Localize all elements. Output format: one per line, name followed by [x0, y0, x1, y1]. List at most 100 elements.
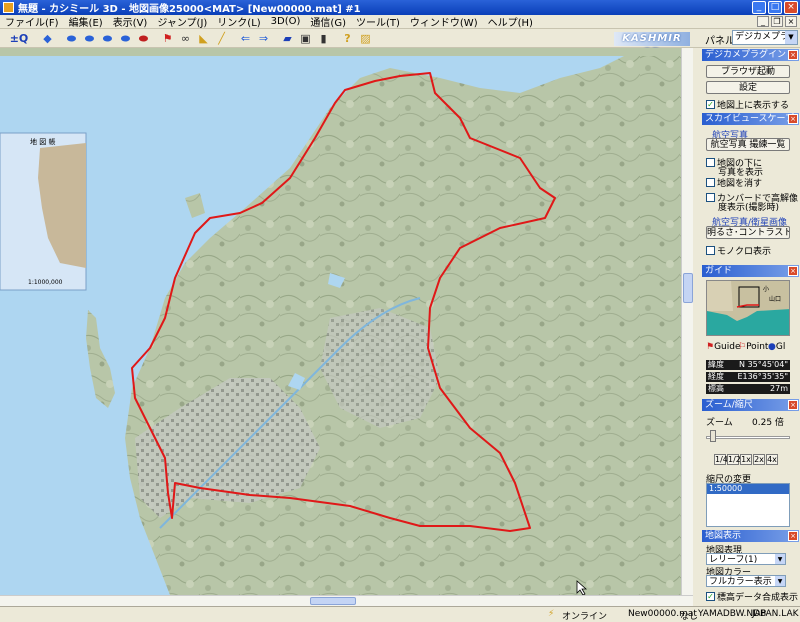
layers-alt-icon[interactable]: ⬬ [81, 31, 98, 46]
app-icon [3, 2, 14, 13]
alt-label: 標高 [708, 384, 724, 393]
back-arrow-icon[interactable]: ⇐ [237, 31, 254, 46]
menu-bar: ファイル(F) 編集(E) 表示(V) ジャンプ(J) リンク(L) 3D(O)… [0, 15, 800, 29]
map-expr-value: レリーフ(1) [709, 555, 758, 565]
mapdisp-header: 地図表示 × [702, 530, 799, 542]
guide-map[interactable]: 小 山口 [706, 280, 790, 336]
zoom-1x-button[interactable]: 1x [740, 454, 752, 465]
info-icon[interactable]: ▨ [357, 31, 374, 46]
vertical-scrollbar[interactable] [681, 48, 693, 595]
tab-point[interactable]: ⚐Point [738, 342, 768, 352]
inset-scale: 1:1000,000 [28, 279, 63, 286]
horizontal-scroll-thumb[interactable] [310, 597, 356, 605]
show-on-map-label: 地図上に表示する [717, 101, 790, 111]
map-icon[interactable]: ◆ [39, 31, 56, 46]
forward-arrow-icon[interactable]: ⇒ [255, 31, 272, 46]
layers-water-icon[interactable]: ⬬ [117, 31, 134, 46]
help-icon[interactable]: ? [339, 31, 356, 46]
menu-tools[interactable]: ツール(T) [351, 14, 405, 29]
close-icon[interactable]: × [788, 114, 798, 124]
scale-selected[interactable]: 1:50000 [707, 484, 789, 494]
browser-button[interactable]: ブラウザ起動 [706, 65, 790, 78]
scale-list[interactable]: 1:50000 [706, 483, 790, 527]
ruler-icon[interactable]: ╱ [213, 31, 230, 46]
zoom-2x-button[interactable]: 2x [753, 454, 765, 465]
lat-label: 緯度 [708, 360, 724, 369]
map-view[interactable]: 地 図 帳 1:1000,000 [0, 48, 681, 595]
device-icon[interactable]: ▣ [297, 31, 314, 46]
guide-header: ガイド × [702, 265, 799, 277]
elevation-composite-checkbox[interactable]: ✓ 標高データ合成表示 [706, 590, 798, 603]
checkbox-icon [706, 178, 715, 187]
mono-checkbox[interactable]: モノクロ表示 [706, 244, 771, 257]
panel-select[interactable]: デジカメプラグイ ▼ [732, 30, 798, 45]
menu-file[interactable]: ファイル(F) [0, 14, 64, 29]
map-canvas[interactable]: 地 図 帳 1:1000,000 [0, 48, 681, 595]
map-color-select[interactable]: フルカラー表示 ▼ [706, 575, 786, 587]
zoom-slider-thumb[interactable] [710, 430, 716, 442]
close-icon[interactable]: × [788, 50, 798, 60]
menu-help[interactable]: ヘルプ(H) [483, 14, 538, 29]
chevron-down-icon: ▼ [775, 554, 785, 564]
panel-label: パネル [705, 36, 735, 47]
tag-icon[interactable]: ◣ [195, 31, 212, 46]
horizontal-scrollbar[interactable] [0, 595, 693, 606]
checkmark-icon: ✓ [706, 100, 715, 109]
guide-map-canvas: 小 山口 [707, 281, 789, 335]
menu-comm[interactable]: 通信(G) [305, 14, 351, 29]
checkbox-icon [706, 193, 715, 202]
point-icon: ⚐ [738, 342, 747, 352]
guide-header-label: ガイド [705, 266, 733, 276]
map-color-value: フルカラー表示 [709, 577, 772, 587]
zoom-slider[interactable] [706, 436, 790, 439]
show-on-map-checkbox[interactable]: ✓ 地図上に表示する [706, 98, 789, 111]
window-title: 無題 - カシミール 3D - 地図画像25000<MAT> [New00000… [18, 4, 361, 15]
digicam-header-label: デジカメプラグイン [705, 50, 787, 60]
map-expr-select[interactable]: レリーフ(1) ▼ [706, 553, 786, 565]
digicam-header: デジカメプラグイン × [702, 49, 799, 61]
mdi-minimize-button[interactable]: _ [757, 16, 769, 27]
minimize-button[interactable]: _ [752, 1, 766, 14]
layers-icon[interactable]: ⬬ [63, 31, 80, 46]
menu-link[interactable]: リンク(L) [212, 14, 265, 29]
online-status: オンライン [562, 612, 608, 622]
zoom-header: ズーム/縮尺 × [702, 399, 799, 411]
zoom-quarter-button[interactable]: 1/4 [714, 454, 728, 465]
mdi-close-button[interactable]: × [785, 16, 797, 27]
zoom-header-label: ズーム/縮尺 [705, 400, 753, 410]
mobile-icon[interactable]: ▮ [315, 31, 332, 46]
vertical-scroll-thumb[interactable] [683, 273, 693, 303]
close-icon[interactable]: × [788, 266, 798, 276]
menu-window[interactable]: ウィンドウ(W) [405, 14, 483, 29]
flag-icon[interactable]: ⚑ [159, 31, 176, 46]
layers-red-icon[interactable]: ⬬ [135, 31, 152, 46]
zoom-value: 0.25 倍 [752, 418, 784, 428]
menu-edit[interactable]: 編集(E) [64, 14, 108, 29]
mdi-restore-button[interactable]: ❐ [771, 16, 783, 27]
brightness-button[interactable]: 明るさ･コントラスト [706, 226, 790, 239]
zoom-half-button[interactable]: 1/2 [727, 454, 741, 465]
zoom-4x-button[interactable]: 4x [766, 454, 778, 465]
checkbox-icon [706, 158, 715, 167]
gps-icon[interactable]: ▰ [279, 31, 296, 46]
binoculars-icon[interactable]: ∞ [177, 31, 194, 46]
menu-jump[interactable]: ジャンプ(J) [152, 14, 212, 29]
tab-guide[interactable]: ⚑Guide [706, 342, 741, 352]
layers-blue-icon[interactable]: ⬬ [99, 31, 116, 46]
close-icon[interactable]: × [788, 531, 798, 541]
skyview-header-label: スカイビュースケープ [705, 114, 795, 124]
settings-button[interactable]: 設定 [706, 81, 790, 94]
alt-value: 27m [770, 384, 788, 393]
close-icon[interactable]: × [788, 400, 798, 410]
aerial-list-button[interactable]: 航空写真 撮練一覧 [706, 138, 790, 151]
skyview-header: スカイビュースケープ × [702, 113, 799, 125]
hide-map-label: 地図を消す [717, 179, 763, 189]
hide-map-checkbox[interactable]: 地図を消す [706, 176, 762, 189]
menu-view[interactable]: 表示(V) [108, 14, 153, 29]
kashmir-logo: KASHMIR 3D [614, 32, 690, 58]
menu-3d[interactable]: 3D(O) [266, 16, 306, 27]
zoom-tool-button[interactable]: ±Q [6, 31, 32, 46]
tab-gl[interactable]: ●Gl [768, 342, 785, 352]
close-button[interactable]: × [784, 1, 798, 14]
maximize-button[interactable]: □ [768, 1, 782, 14]
